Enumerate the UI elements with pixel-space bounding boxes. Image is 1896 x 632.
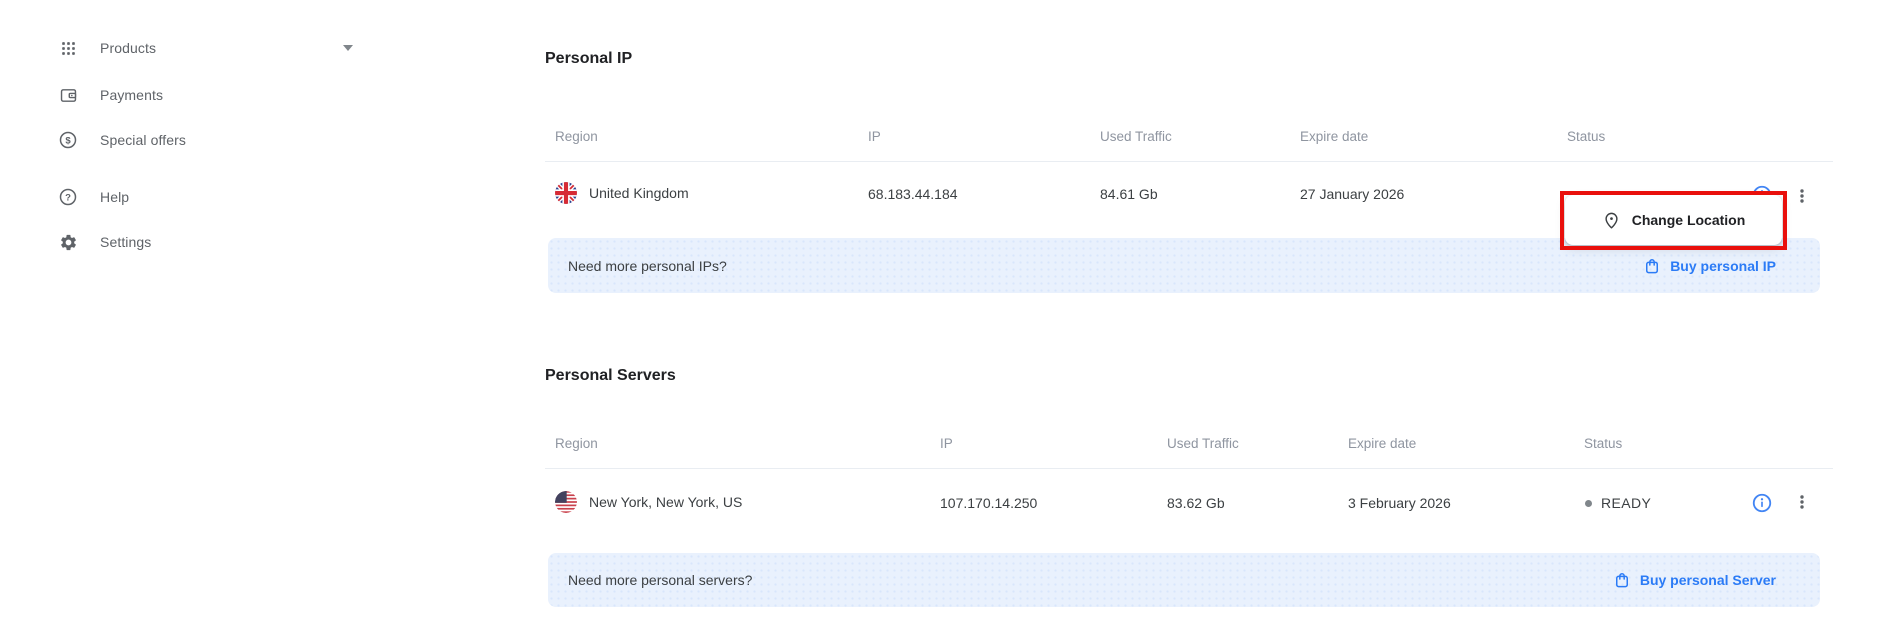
ip-value: 68.183.44.184 (868, 186, 958, 202)
shopping-bag-icon (1613, 571, 1631, 589)
status-badge: READY (1585, 495, 1651, 511)
svg-text:?: ? (65, 192, 71, 203)
gear-icon (58, 232, 78, 252)
region-cell: United Kingdom (555, 182, 689, 204)
column-header-expire: Expire date (1348, 436, 1416, 451)
region-label: United Kingdom (589, 185, 689, 201)
need-more-servers-banner: Need more personal servers? Buy personal… (548, 553, 1820, 607)
sidebar-item-special-offers[interactable]: $ Special offers (58, 127, 358, 153)
sidebar-item-label: Special offers (100, 132, 186, 148)
dashboard-app: Products Payments $ Speci (0, 0, 1896, 632)
column-header-region: Region (555, 436, 598, 451)
chevron-down-icon[interactable] (343, 45, 353, 51)
expire-value: 27 January 2026 (1300, 186, 1404, 202)
column-header-region: Region (555, 129, 598, 144)
table-row: United Kingdom 68.183.44.184 84.61 Gb 27… (545, 162, 1830, 238)
sidebar-item-help[interactable]: ? Help (58, 184, 358, 210)
dollar-circle-icon: $ (58, 130, 78, 150)
sidebar-item-products[interactable]: Products (58, 35, 358, 61)
status-label: READY (1601, 495, 1651, 511)
column-header-traffic: Used Traffic (1100, 129, 1172, 144)
uk-flag-icon (555, 182, 577, 204)
sidebar-item-payments[interactable]: Payments (58, 82, 358, 108)
banner-text: Need more personal IPs? (568, 258, 727, 274)
help-circle-icon: ? (58, 187, 78, 207)
buy-personal-ip-button[interactable]: Buy personal IP (1643, 257, 1776, 275)
buy-personal-server-button[interactable]: Buy personal Server (1613, 571, 1776, 589)
sidebar-item-settings[interactable]: Settings (58, 229, 358, 255)
table-row: New York, New York, US 107.170.14.250 83… (545, 468, 1830, 553)
wallet-icon (58, 85, 78, 105)
kebab-menu-icon[interactable] (1793, 187, 1811, 205)
column-header-status: Status (1584, 436, 1622, 451)
ip-value: 107.170.14.250 (940, 495, 1037, 511)
sidebar: Products Payments $ Speci (58, 0, 358, 632)
region-cell: New York, New York, US (555, 491, 742, 513)
region-label: New York, New York, US (589, 494, 742, 510)
section-title-personal-ip: Personal IP (545, 50, 632, 68)
column-header-ip: IP (868, 129, 881, 144)
column-header-status: Status (1567, 129, 1605, 144)
column-header-ip: IP (940, 436, 953, 451)
change-location-label: Change Location (1632, 212, 1746, 228)
svg-text:$: $ (65, 136, 71, 147)
sidebar-item-label: Settings (100, 234, 151, 250)
change-location-button[interactable]: Change Location (1565, 195, 1782, 245)
expire-value: 3 February 2026 (1348, 495, 1451, 511)
sidebar-item-label: Products (100, 40, 156, 56)
info-icon[interactable] (1751, 492, 1773, 514)
banner-text: Need more personal servers? (568, 572, 752, 588)
apps-grid-icon (58, 38, 78, 58)
sidebar-item-label: Help (100, 189, 129, 205)
us-flag-icon (555, 491, 577, 513)
kebab-menu-icon[interactable] (1793, 493, 1811, 511)
traffic-value: 84.61 Gb (1100, 186, 1158, 202)
shopping-bag-icon (1643, 257, 1661, 275)
need-more-ips-banner: Need more personal IPs? Buy personal IP (548, 238, 1820, 293)
main-content: Personal IP Region IP Used Traffic Expir… (545, 0, 1830, 632)
section-title-personal-servers: Personal Servers (545, 367, 676, 385)
column-header-expire: Expire date (1300, 129, 1368, 144)
traffic-value: 83.62 Gb (1167, 495, 1225, 511)
buy-personal-server-label: Buy personal Server (1640, 572, 1776, 588)
sidebar-item-label: Payments (100, 87, 163, 103)
column-header-traffic: Used Traffic (1167, 436, 1239, 451)
location-pin-icon (1602, 211, 1621, 230)
buy-personal-ip-label: Buy personal IP (1670, 258, 1776, 274)
status-dot-icon (1585, 500, 1592, 507)
